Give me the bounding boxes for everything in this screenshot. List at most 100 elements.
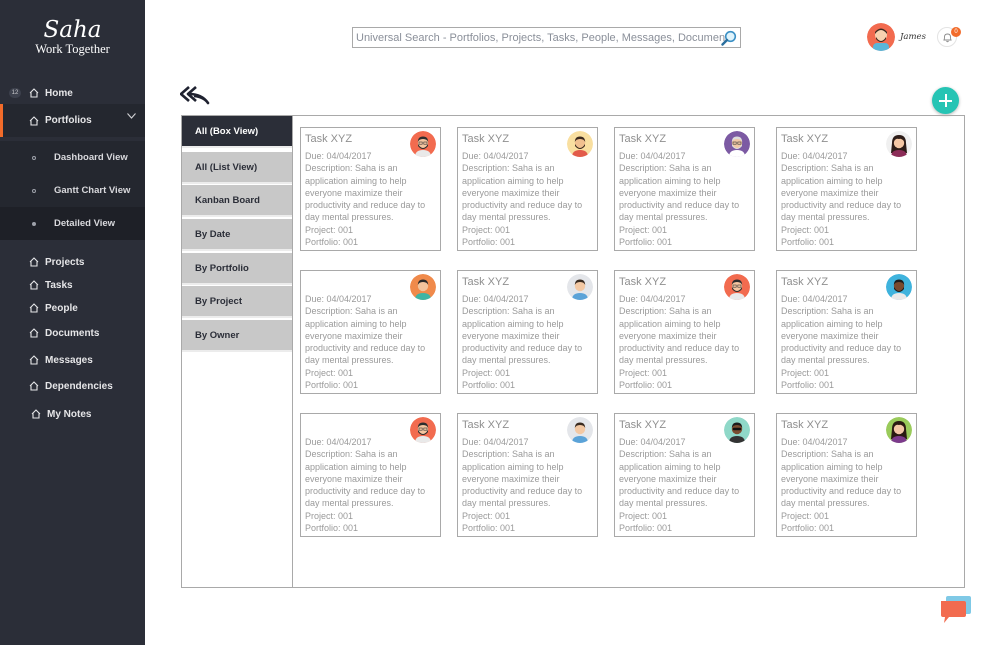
- task-card[interactable]: Task XYZ Due: 04/04/2017 Description: Sa…: [776, 413, 917, 537]
- task-project: Project: 001: [462, 367, 511, 378]
- assignee-avatar[interactable]: [410, 417, 436, 443]
- task-description: Description: Saha is an application aimi…: [781, 449, 902, 509]
- task-portfolio: Portfolio: 001: [619, 523, 673, 534]
- task-card[interactable]: Due: 04/04/2017 Description: Saha is an …: [300, 413, 441, 537]
- tab-all-box-view[interactable]: All (Box View): [182, 116, 292, 148]
- task-project: Project: 001: [305, 367, 354, 378]
- task-card[interactable]: Task XYZ Due: 04/04/2017 Description: Sa…: [776, 270, 917, 394]
- sidebar-subitem-label: Dashboard View: [54, 152, 128, 163]
- search-input[interactable]: Universal Search - Portfolios, Projects,…: [352, 27, 741, 48]
- sidebar-item-messages[interactable]: Messages: [0, 347, 145, 373]
- tab-all-list-view[interactable]: All (List View): [182, 152, 292, 184]
- task-project: Project: 001: [619, 510, 668, 521]
- task-portfolio: Portfolio: 001: [462, 380, 516, 391]
- task-project: Project: 001: [462, 510, 511, 521]
- sidebar-item-home[interactable]: 12 Home: [0, 80, 145, 106]
- task-card[interactable]: Task XYZ Due: 04/04/2017 Description: Sa…: [614, 127, 755, 251]
- task-card[interactable]: Due: 04/04/2017 Description: Saha is an …: [300, 270, 441, 394]
- home-icon: [29, 88, 39, 98]
- active-accent-bar: [0, 104, 3, 137]
- assignee-avatar[interactable]: [567, 417, 593, 443]
- tab-kanban-board[interactable]: Kanban Board: [182, 185, 292, 217]
- assignee-avatar[interactable]: [886, 274, 912, 300]
- task-card[interactable]: Task XYZ Due: 04/04/2017 Description: Sa…: [457, 270, 598, 394]
- assignee-avatar[interactable]: [886, 131, 912, 157]
- sidebar-subitem-dashboard-view[interactable]: Dashboard View: [0, 141, 145, 174]
- double-reply-icon[interactable]: [180, 85, 210, 105]
- chevron-down-icon[interactable]: [127, 113, 136, 119]
- add-task-button[interactable]: [932, 87, 959, 114]
- home-icon: [29, 280, 39, 290]
- task-description: Description: Saha is an application aimi…: [305, 306, 426, 366]
- task-card[interactable]: Task XYZ Due: 04/04/2017 Description: Sa…: [457, 127, 598, 251]
- assignee-avatar[interactable]: [886, 417, 912, 443]
- chat-bubble-icon[interactable]: [940, 596, 972, 626]
- app-logo[interactable]: Saha Work Together: [0, 18, 145, 56]
- sidebar-item-label: Projects: [45, 256, 85, 268]
- notification-count-badge: 0: [951, 27, 961, 37]
- divider: [292, 116, 293, 587]
- sidebar-item-dependencies[interactable]: Dependencies: [0, 373, 145, 399]
- home-icon: [29, 257, 39, 267]
- search-placeholder: Universal Search - Portfolios, Projects,…: [356, 31, 734, 44]
- tab-by-date[interactable]: By Date: [182, 219, 292, 251]
- task-project: Project: 001: [781, 367, 830, 378]
- sidebar-item-label: Tasks: [45, 279, 73, 291]
- sidebar-item-label: Dependencies: [45, 380, 113, 392]
- home-count-badge: 12: [9, 88, 21, 98]
- magnifier-icon[interactable]: [721, 30, 737, 46]
- sidebar-subitem-label: Detailed View: [54, 218, 116, 229]
- assignee-avatar[interactable]: [724, 417, 750, 443]
- sidebar-item-my-notes[interactable]: My Notes: [0, 401, 145, 427]
- user-avatar[interactable]: [867, 23, 895, 51]
- task-project: Project: 001: [305, 224, 354, 235]
- task-card[interactable]: Task XYZ Due: 04/04/2017 Description: Sa…: [300, 127, 441, 251]
- assignee-avatar[interactable]: [567, 274, 593, 300]
- assignee-avatar[interactable]: [724, 274, 750, 300]
- sidebar-subitem-detailed-view[interactable]: Detailed View: [0, 207, 145, 240]
- task-card[interactable]: Task XYZ Due: 04/04/2017 Description: Sa…: [614, 270, 755, 394]
- tab-by-owner[interactable]: By Owner: [182, 320, 292, 352]
- task-description: Description: Saha is an application aimi…: [781, 306, 902, 366]
- tab-by-portfolio[interactable]: By Portfolio: [182, 253, 292, 285]
- sidebar-item-people[interactable]: People: [0, 295, 145, 321]
- task-portfolio: Portfolio: 001: [305, 380, 359, 391]
- sidebar-item-label: Documents: [45, 327, 100, 339]
- task-card[interactable]: Task XYZ Due: 04/04/2017 Description: Sa…: [776, 127, 917, 251]
- assignee-avatar[interactable]: [724, 131, 750, 157]
- tab-by-project[interactable]: By Project: [182, 286, 292, 318]
- task-portfolio: Portfolio: 001: [781, 380, 835, 391]
- sidebar-item-documents[interactable]: Documents: [0, 320, 145, 346]
- task-portfolio: Portfolio: 001: [781, 237, 835, 248]
- home-icon: [29, 115, 39, 126]
- sidebar-item-portfolios[interactable]: Portfolios: [0, 104, 145, 137]
- sidebar-subitem-label: Gantt Chart View: [54, 185, 131, 196]
- task-description: Description: Saha is an application aimi…: [305, 163, 426, 223]
- task-project: Project: 001: [781, 510, 830, 521]
- task-project: Project: 001: [462, 224, 511, 235]
- task-project: Project: 001: [619, 367, 668, 378]
- task-portfolio: Portfolio: 001: [619, 237, 673, 248]
- logo-title: Saha: [43, 17, 102, 43]
- assignee-avatar[interactable]: [567, 131, 593, 157]
- user-name[interactable]: James: [900, 32, 926, 42]
- assignee-avatar[interactable]: [410, 274, 436, 300]
- task-portfolio: Portfolio: 001: [305, 523, 359, 534]
- sidebar-item-label: Home: [45, 87, 73, 99]
- bullet-icon: [32, 221, 36, 226]
- bullet-icon: [32, 155, 36, 160]
- task-description: Description: Saha is an application aimi…: [305, 449, 426, 509]
- sidebar-subitem-gantt-chart-view[interactable]: Gantt Chart View: [0, 174, 145, 207]
- task-portfolio: Portfolio: 001: [305, 237, 359, 248]
- task-description: Description: Saha is an application aimi…: [462, 306, 583, 366]
- task-portfolio: Portfolio: 001: [781, 523, 835, 534]
- home-icon: [29, 303, 39, 313]
- sidebar-item-label: People: [45, 302, 78, 314]
- task-description: Description: Saha is an application aimi…: [619, 449, 740, 509]
- task-description: Description: Saha is an application aimi…: [619, 306, 740, 366]
- sidebar: Saha Work Together 12 Home Portfolios Da…: [0, 0, 145, 645]
- assignee-avatar[interactable]: [410, 131, 436, 157]
- task-card[interactable]: Task XYZ Due: 04/04/2017 Description: Sa…: [614, 413, 755, 537]
- task-card[interactable]: Task XYZ Due: 04/04/2017 Description: Sa…: [457, 413, 598, 537]
- task-description: Description: Saha is an application aimi…: [462, 449, 583, 509]
